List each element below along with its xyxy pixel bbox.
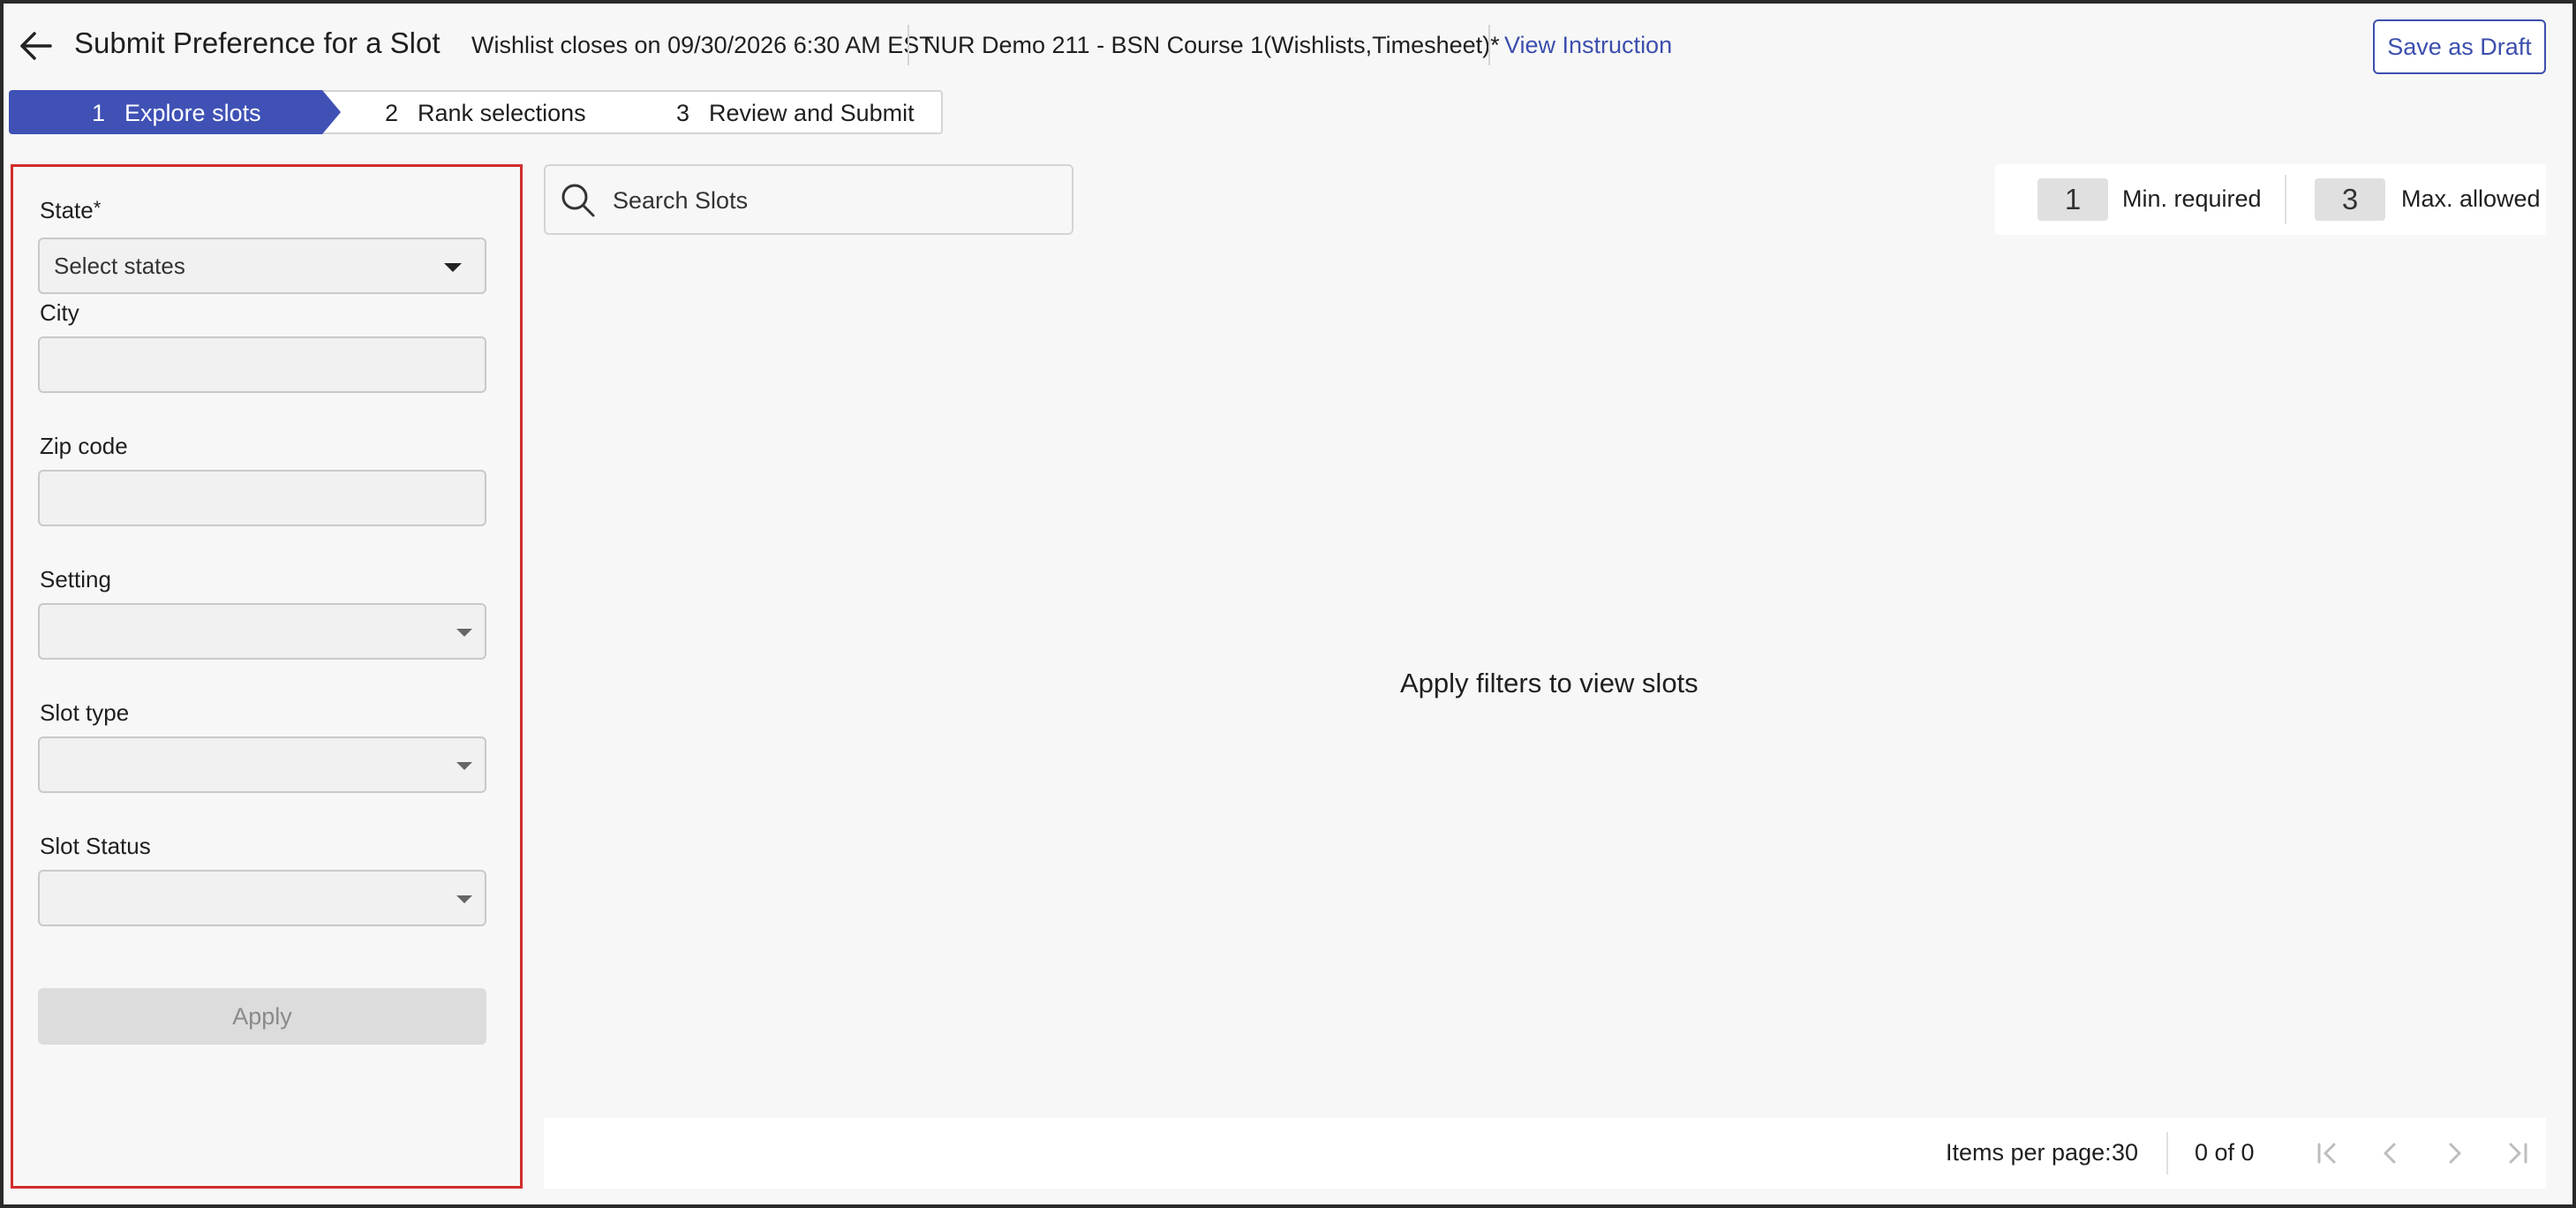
slot-status-select[interactable] (38, 870, 486, 926)
step-rank-selections[interactable]: 2 Rank selections (385, 100, 586, 127)
chevron-down-icon (456, 895, 472, 903)
page-range: 0 of 0 (2195, 1139, 2255, 1166)
slot-type-select[interactable] (38, 736, 486, 793)
zip-code-label: Zip code (40, 433, 128, 459)
items-per-page-select[interactable]: 30 (2112, 1139, 2138, 1166)
max-allowed-label: Max. allowed (2401, 185, 2541, 212)
slot-type-label: Slot type (40, 699, 130, 726)
state-label: State* (40, 197, 102, 223)
course-name: NUR Demo 211 - BSN Course 1(Wishlists,Ti… (923, 32, 1500, 58)
page-title: Submit Preference for a Slot (74, 26, 441, 59)
zip-code-input[interactable] (38, 470, 486, 526)
items-per-page-label: Items per page: (1946, 1139, 2112, 1166)
city-input[interactable] (38, 336, 486, 393)
setting-select[interactable] (38, 603, 486, 660)
back-button[interactable] (16, 26, 55, 65)
search-icon (561, 184, 595, 217)
min-required-count: 1 (2037, 178, 2108, 221)
view-instruction-link[interactable]: View Instruction (1504, 32, 1672, 59)
empty-state-message: Apply filters to view slots (1400, 668, 1699, 698)
arrow-left-icon (20, 32, 52, 60)
chevron-right-icon (2449, 1143, 2461, 1164)
wishlist-close-info: Wishlist closes on 09/30/2026 6:30 AM ES… (471, 32, 934, 58)
chevron-left-icon (2384, 1143, 2396, 1164)
max-allowed-count: 3 (2315, 178, 2385, 221)
min-required-label: Min. required (2122, 185, 2262, 212)
setting-label: Setting (40, 566, 111, 593)
state-select[interactable]: Select states (38, 238, 486, 294)
step-review-submit[interactable]: 3 Review and Submit (676, 100, 915, 127)
chevron-down-icon (444, 263, 462, 272)
next-page-button[interactable] (2437, 1136, 2472, 1171)
first-page-button[interactable] (2309, 1136, 2345, 1171)
search-placeholder: Search Slots (613, 187, 749, 214)
step-explore-slots[interactable]: 1 Explore slots (92, 100, 261, 127)
last-page-button[interactable] (2500, 1136, 2535, 1171)
header-divider (908, 25, 909, 65)
pagination-bar: Items per page: 30 0 of 0 (544, 1118, 2546, 1189)
selection-counters: 1 Min. required 3 Max. allowed (1995, 164, 2546, 235)
last-page-icon (2509, 1143, 2527, 1164)
city-label: City (40, 299, 79, 326)
filter-panel: State* Select states City Zip code Setti… (11, 164, 523, 1189)
first-page-icon (2317, 1143, 2336, 1164)
header-divider (1488, 25, 1490, 65)
chevron-down-icon (456, 629, 472, 637)
counter-divider (2285, 175, 2286, 224)
search-input[interactable]: Search Slots (544, 164, 1073, 235)
previous-page-button[interactable] (2373, 1136, 2408, 1171)
pagination-divider (2166, 1132, 2168, 1174)
chevron-down-icon (456, 762, 472, 770)
apply-button[interactable]: Apply (38, 988, 486, 1045)
slot-status-label: Slot Status (40, 833, 151, 859)
stepper: 1 Explore slots 2 Rank selections 3 Review … (9, 90, 943, 134)
save-as-draft-button[interactable]: Save as Draft (2373, 19, 2546, 74)
